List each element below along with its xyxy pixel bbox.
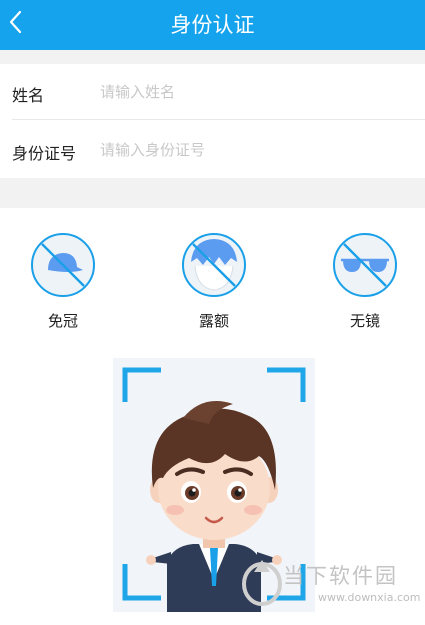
- name-label: 姓名: [12, 86, 45, 105]
- requirement-no-hat: 免冠: [18, 232, 108, 331]
- requirement-show-forehead: 露额: [169, 232, 259, 331]
- id-number-label: 身份证号: [12, 144, 77, 163]
- section-spacer: [0, 50, 425, 64]
- page-title: 身份认证: [170, 13, 255, 37]
- divider: [12, 119, 425, 120]
- watermark-logo-icon: [242, 560, 282, 606]
- requirement-label: 无镜: [349, 312, 380, 330]
- top-bar: 身份认证: [0, 0, 425, 50]
- watermark-url: www.downxia.com: [318, 591, 421, 604]
- watermark-text: 当下软件园: [283, 564, 398, 588]
- no-glasses-icon: [333, 233, 397, 297]
- no-hat-icon: [31, 233, 95, 297]
- show-forehead-icon: [182, 233, 246, 297]
- id-number-row: 身份证号: [0, 122, 425, 178]
- section-spacer: [0, 178, 425, 208]
- id-number-input[interactable]: [100, 134, 410, 166]
- requirement-label: 露额: [198, 312, 229, 330]
- identity-form: 姓名 身份证号: [0, 64, 425, 178]
- name-input[interactable]: [100, 76, 410, 108]
- name-row: 姓名: [0, 64, 425, 120]
- requirement-no-glasses: 无镜: [320, 232, 410, 331]
- requirement-label: 免冠: [47, 312, 78, 330]
